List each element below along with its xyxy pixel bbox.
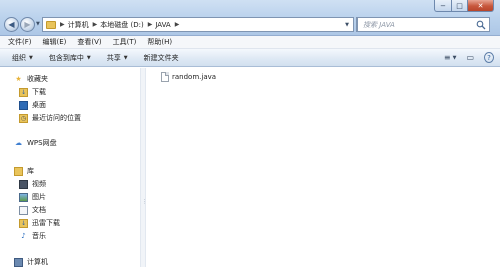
menu-tools[interactable]: 工具(T) [113,37,137,47]
menu-file[interactable]: 文件(F) [8,37,32,47]
breadcrumb-java[interactable]: JAVA [155,21,170,29]
help-icon[interactable]: ? [484,52,494,63]
nav-item-label: 最近访问的位置 [32,114,81,122]
nav-item-label: 文档 [32,206,46,214]
nav-item-label: 视频 [32,180,46,188]
window-controls: − □ ✕ [434,0,494,12]
nav-computer[interactable]: 计算机 [14,257,48,267]
library-icon [14,166,23,176]
video-icon [19,179,28,189]
file-name: random.java [172,73,217,81]
nav-item-label: 图片 [32,193,46,201]
view-controls: ≡ ▼ ▭ ? [439,52,494,63]
nav-item-label: 音乐 [32,232,46,240]
menu-view[interactable]: 查看(V) [77,37,101,47]
folder-icon [46,20,56,29]
download-icon: ↓ [19,87,28,97]
nav-item-label: 桌面 [32,101,46,109]
chevron-down-icon: ▼ [86,54,91,61]
nav-wps-cloud[interactable]: ☁ WPS网盘 [14,138,57,148]
nav-item-documents[interactable]: 文档 [19,205,46,215]
breadcrumb-local-disk-d[interactable]: 本地磁盘 (D:) [100,20,143,30]
nav-item-label: 迅雷下载 [32,219,60,227]
change-view-icon[interactable]: ≡ [444,52,451,63]
thunder-download-icon: ↓ [19,218,28,228]
address-dropdown-icon[interactable]: ▼ [341,18,353,31]
picture-icon [19,192,28,202]
desktop-icon [19,100,28,110]
breadcrumb-computer[interactable]: 计算机 [68,20,89,30]
include-in-library-label: 包含到库中 [48,53,84,62]
nav-item-desktop[interactable]: 桌面 [19,100,46,110]
nav-libraries-label: 库 [27,167,34,175]
forward-button[interactable]: ▶ [20,17,35,32]
computer-icon [14,257,23,267]
minimize-button[interactable]: − [434,0,452,12]
pane-splitter[interactable]: ⋮ [140,68,147,267]
cloud-icon: ☁ [15,139,22,147]
window-titlebar: − □ ✕ ◀ ▶ ▼ ▶ 计算机 ▶ 本地磁盘 (D:) ▶ JAVA ▶ ▼… [0,0,500,36]
address-bar[interactable]: ▶ 计算机 ▶ 本地磁盘 (D:) ▶ JAVA ▶ ▼ [42,17,354,32]
java-file-icon [161,72,169,82]
menu-help[interactable]: 帮助(H) [147,37,172,47]
nav-item-music[interactable]: ♪ 音乐 [19,231,46,241]
chevron-down-icon: ▼ [123,54,128,61]
file-item[interactable]: random.java [161,72,216,82]
breadcrumb-separator[interactable]: ▶ [93,21,98,28]
navigation-pane: ★ 收藏夹 ↓ 下载 桌面 ◷ 最近访问的位置 ☁ WPS网盘 库 视频 图片 … [0,68,140,267]
arrow-left-icon: ◀ [8,20,15,29]
menu-edit[interactable]: 编辑(E) [43,37,67,47]
nav-favorites[interactable]: ★ 收藏夹 [14,74,48,84]
menu-bar: 文件(F) 编辑(E) 查看(V) 工具(T) 帮助(H) [0,36,500,49]
nav-item-video[interactable]: 视频 [19,179,46,189]
search-box[interactable] [357,17,490,32]
nav-item-download[interactable]: ↓ 下载 [19,87,46,97]
file-list[interactable]: random.java [147,68,500,267]
nav-wps-label: WPS网盘 [27,139,57,147]
arrow-right-icon: ▶ [24,20,31,29]
splitter-grip-icon: ⋮ [142,199,147,205]
new-folder-button[interactable]: 新建文件夹 [144,53,179,63]
share-label: 共享 [106,53,121,62]
nav-computer-label: 计算机 [27,258,48,266]
nav-item-label: 下载 [32,88,46,96]
back-button[interactable]: ◀ [4,17,19,32]
nav-item-recent-places[interactable]: ◷ 最近访问的位置 [19,113,81,123]
include-in-library-button[interactable]: 包含到库中 ▼ [49,53,91,63]
view-dropdown-icon[interactable]: ▼ [453,52,457,63]
maximize-button[interactable]: □ [452,0,468,12]
nav-item-pictures[interactable]: 图片 [19,192,46,202]
command-toolbar: 组织 ▼ 包含到库中 ▼ 共享 ▼ 新建文件夹 ≡ ▼ ▭ ? [0,49,500,67]
nav-item-thunder-download[interactable]: ↓ 迅雷下载 [19,218,60,228]
organize-button[interactable]: 组织 ▼ [12,53,33,63]
new-folder-label: 新建文件夹 [143,53,179,62]
nav-libraries[interactable]: 库 [14,166,34,176]
close-button[interactable]: ✕ [468,0,494,12]
chevron-down-icon: ▼ [29,54,33,61]
share-button[interactable]: 共享 ▼ [107,53,128,63]
document-icon [19,205,28,215]
organize-label: 组织 [12,53,26,62]
star-icon: ★ [15,75,22,83]
nav-favorites-label: 收藏夹 [27,75,48,83]
search-input[interactable] [358,20,468,29]
music-icon: ♪ [21,232,26,240]
breadcrumb-separator[interactable]: ▶ [60,21,65,28]
recent-pages-dropdown-icon[interactable]: ▼ [36,21,40,27]
recent-places-icon: ◷ [19,113,28,123]
preview-pane-icon[interactable]: ▭ [466,52,474,63]
search-icon[interactable] [476,20,486,30]
breadcrumb-separator[interactable]: ▶ [175,21,180,28]
breadcrumb-separator[interactable]: ▶ [148,21,153,28]
